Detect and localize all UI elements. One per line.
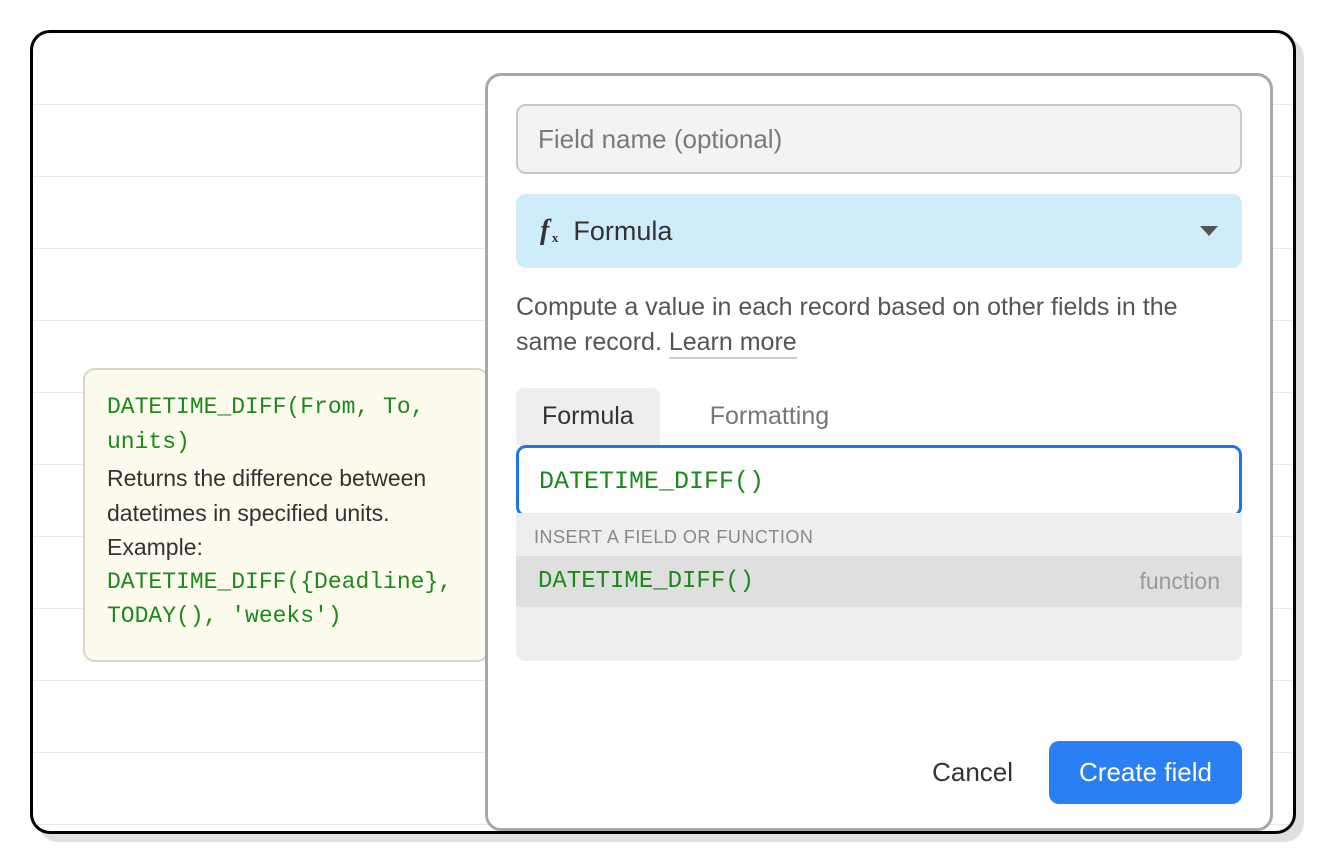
autocomplete-item-kind: function <box>1139 568 1220 595</box>
create-field-panel: f Formula Compute a value in each record… <box>485 73 1273 831</box>
cancel-button[interactable]: Cancel <box>932 757 1013 788</box>
create-field-button[interactable]: Create field <box>1049 741 1242 804</box>
formula-icon: f <box>540 215 549 247</box>
function-help-tooltip: DATETIME_DIFF(From, To, units) Returns t… <box>83 368 489 662</box>
chevron-down-icon <box>1200 226 1218 236</box>
field-name-input[interactable] <box>516 104 1242 174</box>
autocomplete-header: INSERT A FIELD OR FUNCTION <box>516 521 1242 556</box>
autocomplete-dropdown: INSERT A FIELD OR FUNCTION DATETIME_DIFF… <box>516 513 1242 661</box>
tooltip-description: Returns the difference between datetimes… <box>107 461 465 565</box>
tooltip-signature: DATETIME_DIFF(From, To, units) <box>107 390 465 459</box>
tab-formatting[interactable]: Formatting <box>684 388 855 445</box>
field-type-selector[interactable]: f Formula <box>516 194 1242 268</box>
autocomplete-item-name: DATETIME_DIFF() <box>538 568 754 595</box>
tooltip-example: DATETIME_DIFF({Deadline}, TODAY(), 'week… <box>107 565 465 634</box>
field-config-tabs: Formula Formatting <box>516 388 1242 445</box>
field-type-description: Compute a value in each record based on … <box>516 290 1242 360</box>
learn-more-link[interactable]: Learn more <box>669 328 797 359</box>
tab-formula[interactable]: Formula <box>516 388 660 445</box>
formula-input[interactable]: DATETIME_DIFF() <box>516 445 1242 517</box>
panel-footer: Cancel Create field <box>516 721 1242 804</box>
autocomplete-item[interactable]: DATETIME_DIFF() function <box>516 556 1242 607</box>
field-type-label: Formula <box>573 216 1200 247</box>
